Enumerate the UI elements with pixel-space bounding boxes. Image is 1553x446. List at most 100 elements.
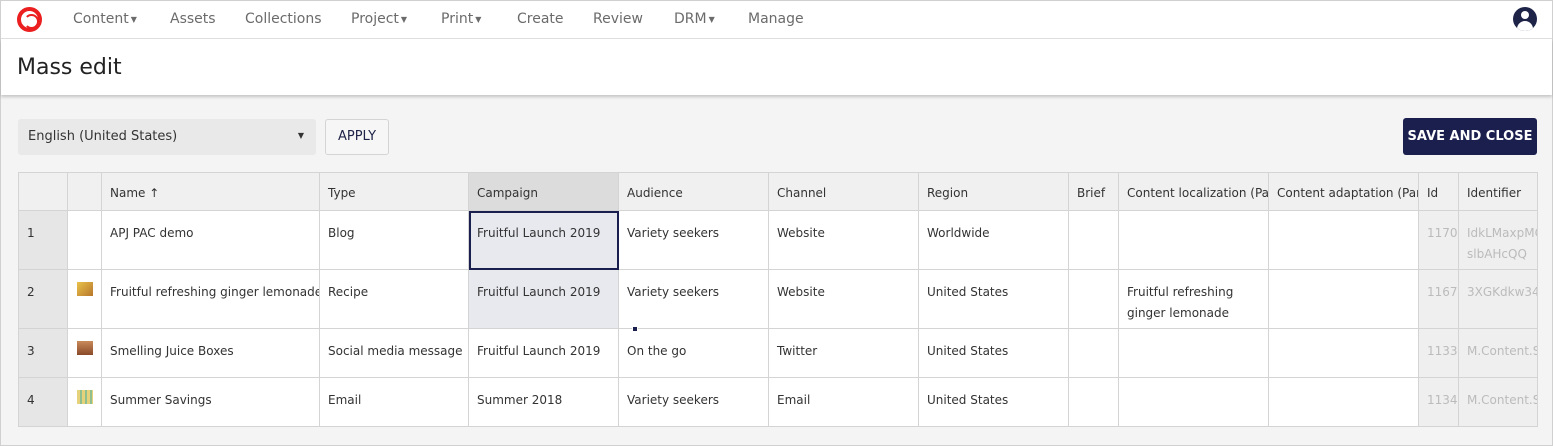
campaign-cell[interactable]: Fruitful Launch 2019	[469, 211, 619, 270]
cell-text: 11705	[1427, 226, 1458, 240]
type-cell[interactable]: Recipe	[320, 270, 469, 329]
cell-text: Fruitful Launch 2019	[477, 285, 601, 299]
content-adaptation-cell[interactable]	[1269, 270, 1419, 329]
language-select[interactable]: English (United States) ▼	[18, 119, 316, 155]
content-localization-cell[interactable]: Fruitful refreshing ginger lemonade	[1119, 270, 1269, 329]
column-header-content-adaptation[interactable]: Content adaptation (Par	[1269, 173, 1419, 211]
nav-review[interactable]: Review	[593, 11, 643, 27]
type-cell[interactable]: Blog	[320, 211, 469, 270]
nav-project[interactable]: Project ▼	[351, 11, 407, 27]
nav-label: Manage	[748, 11, 804, 27]
name-cell[interactable]: Fruitful refreshing ginger lemonade	[102, 270, 320, 329]
id-cell[interactable]: 11335	[1419, 329, 1459, 378]
cell-text: Campaign	[477, 186, 538, 200]
caret-down-icon: ▼	[708, 14, 715, 24]
caret-down-icon: ▼	[400, 14, 408, 24]
content-adaptation-cell[interactable]	[1269, 329, 1419, 378]
region-cell[interactable]: United States	[919, 329, 1069, 378]
column-header-campaign[interactable]: Campaign	[469, 173, 619, 211]
column-header-brief[interactable]: Brief	[1069, 173, 1119, 211]
summer-savings-thumbnail	[77, 390, 93, 404]
brief-cell[interactable]	[1069, 270, 1119, 329]
cell-text: Twitter	[777, 344, 818, 358]
sitecore-logo-icon[interactable]	[17, 7, 42, 32]
region-cell[interactable]: Worldwide	[919, 211, 1069, 270]
cell-text: M.Content.S	[1467, 393, 1538, 407]
brief-cell[interactable]	[1069, 378, 1119, 426]
nav-content[interactable]: Content ▼	[73, 11, 137, 27]
type-cell[interactable]: Email	[320, 378, 469, 426]
region-cell[interactable]: United States	[919, 378, 1069, 426]
type-cell[interactable]: Social media message	[320, 329, 469, 378]
brief-cell[interactable]	[1069, 329, 1119, 378]
identifier-cell[interactable]: M.Content.S	[1459, 329, 1537, 378]
column-header-name[interactable]: Name ↑	[102, 173, 320, 211]
brief-cell[interactable]	[1069, 211, 1119, 270]
identifier-cell[interactable]: M.Content.S	[1459, 378, 1538, 426]
column-header-content-localization[interactable]: Content localization (Par	[1119, 173, 1269, 211]
id-cell[interactable]: 11678	[1419, 270, 1459, 329]
channel-cell[interactable]: Twitter	[769, 329, 919, 378]
identifier-cell[interactable]: IdkLMaxpMC slbAHcQQ	[1459, 211, 1538, 270]
name-cell[interactable]: Smelling Juice Boxes	[102, 329, 320, 378]
column-header-row-number[interactable]	[19, 173, 68, 211]
nav-print[interactable]: Print ▼	[441, 11, 481, 27]
campaign-cell[interactable]: Summer 2018	[469, 378, 619, 426]
thumbnail-cell[interactable]	[68, 211, 102, 270]
campaign-cell[interactable]: Fruitful Launch 2019	[469, 270, 619, 329]
audience-cell[interactable]: Variety seekers	[619, 378, 769, 426]
cell-text: 4	[27, 393, 35, 407]
nav-create[interactable]: Create	[517, 11, 564, 27]
campaign-cell[interactable]: Fruitful Launch 2019	[469, 329, 619, 378]
column-header-channel[interactable]: Channel	[769, 173, 919, 211]
nav-manage[interactable]: Manage	[748, 11, 804, 27]
nav-assets[interactable]: Assets	[170, 11, 216, 27]
channel-cell[interactable]: Email	[769, 378, 919, 426]
row-number-cell: 1	[19, 211, 68, 270]
audience-cell[interactable]: Variety seekers	[619, 270, 769, 329]
cell-text: United States	[927, 393, 1009, 407]
name-cell[interactable]: Summer Savings	[102, 378, 320, 426]
audience-cell[interactable]: Variety seekers	[619, 211, 769, 270]
apply-button[interactable]: APPLY	[325, 119, 389, 155]
user-avatar-icon[interactable]	[1513, 7, 1537, 31]
channel-cell[interactable]: Website	[769, 211, 919, 270]
cell-text: APJ PAC demo	[110, 226, 194, 240]
name-cell[interactable]: APJ PAC demo	[102, 211, 320, 270]
cell-text: Fruitful refreshing ginger lemonade	[110, 285, 320, 299]
row-number-cell: 4	[19, 378, 68, 426]
cell-text: IdkLMaxpMC slbAHcQQ	[1467, 226, 1538, 261]
content-localization-cell[interactable]	[1119, 378, 1269, 426]
content-localization-cell[interactable]	[1119, 329, 1269, 378]
column-header-region[interactable]: Region	[919, 173, 1069, 211]
column-header-id[interactable]: Id	[1419, 173, 1459, 211]
thumbnail-cell[interactable]	[68, 378, 102, 426]
cell-text: Email	[777, 393, 811, 407]
id-cell[interactable]: 11705	[1419, 211, 1459, 270]
column-header-audience[interactable]: Audience	[619, 173, 769, 211]
cell-text: Content adaptation (Par	[1277, 186, 1419, 200]
save-and-close-button[interactable]: SAVE AND CLOSE	[1403, 118, 1537, 155]
cell-text: Content localization (Par	[1127, 186, 1269, 200]
content-adaptation-cell[interactable]	[1269, 378, 1419, 426]
region-cell[interactable]: United States	[919, 270, 1069, 329]
identifier-cell[interactable]: 3XGKdkw34E	[1459, 270, 1537, 329]
cell-text: Channel	[777, 186, 827, 200]
column-header-identifier[interactable]: Identifier	[1459, 173, 1537, 211]
content-adaptation-cell[interactable]	[1269, 211, 1419, 270]
scrollbar[interactable]	[1538, 172, 1552, 427]
cell-text: 3	[27, 344, 35, 358]
nav-label: Print	[441, 11, 474, 27]
column-header-thumbnail[interactable]	[68, 173, 102, 211]
thumbnail-cell[interactable]	[68, 329, 102, 378]
nav-collections[interactable]: Collections	[245, 11, 322, 27]
content-localization-cell[interactable]	[1119, 211, 1269, 270]
id-cell[interactable]: 11347	[1419, 378, 1459, 426]
cell-text: Variety seekers	[627, 393, 720, 407]
column-header-type[interactable]: Type	[320, 173, 469, 211]
thumbnail-cell[interactable]	[68, 270, 102, 329]
audience-cell[interactable]: On the go	[619, 329, 769, 378]
channel-cell[interactable]: Website	[769, 270, 919, 329]
fill-handle[interactable]	[632, 326, 638, 332]
nav-drm[interactable]: DRM ▼	[674, 11, 715, 27]
